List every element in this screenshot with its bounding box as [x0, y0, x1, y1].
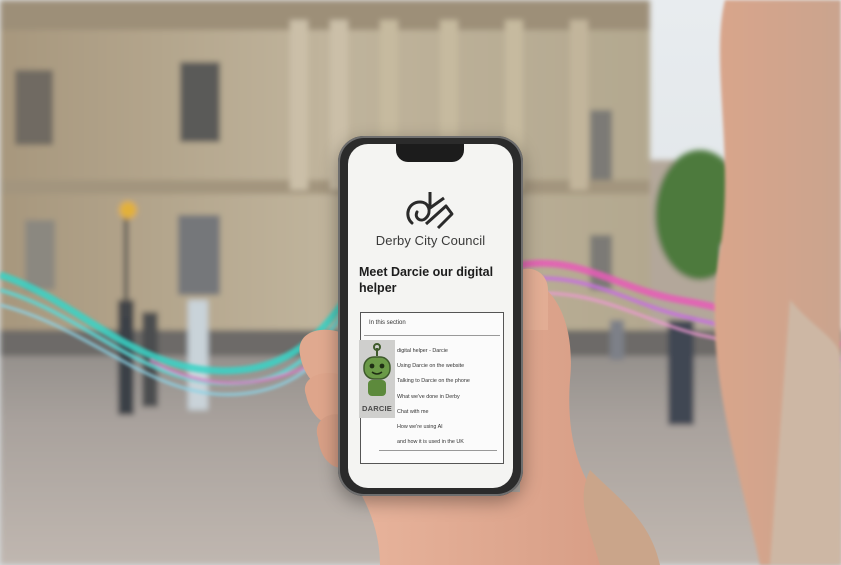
section-link[interactable]: Chat with me [397, 408, 470, 423]
section-bottom-rule [379, 450, 497, 451]
section-link-list: digital helper - Darcie Using Darcie on … [397, 347, 470, 453]
section-link[interactable]: and how it is used in the UK [397, 438, 470, 453]
section-link[interactable]: Using Darcie on the website [397, 362, 470, 377]
page-title: Meet Darcie our digital helper [359, 265, 494, 295]
photo-scene: Derby City Council Meet Darcie our digit… [0, 0, 841, 565]
bot-label: DARCIE [362, 404, 392, 413]
smartphone: Derby City Council Meet Darcie our digit… [338, 136, 523, 496]
section-link[interactable]: digital helper - Darcie [397, 347, 470, 362]
section-link[interactable]: Talking to Darcie on the phone [397, 377, 470, 392]
derby-ram-logo-icon [406, 192, 454, 230]
phone-notch [396, 144, 464, 162]
section-heading: In this section [369, 320, 406, 326]
phone-screen: Derby City Council Meet Darcie our digit… [348, 144, 513, 488]
section-link[interactable]: How we're using AI [397, 423, 470, 438]
section-divider [364, 335, 500, 336]
section-link[interactable]: What we've done in Derby [397, 393, 470, 408]
council-name: Derby City Council [375, 233, 486, 248]
in-this-section-panel: In this section digital helper - Darcie … [359, 312, 504, 464]
